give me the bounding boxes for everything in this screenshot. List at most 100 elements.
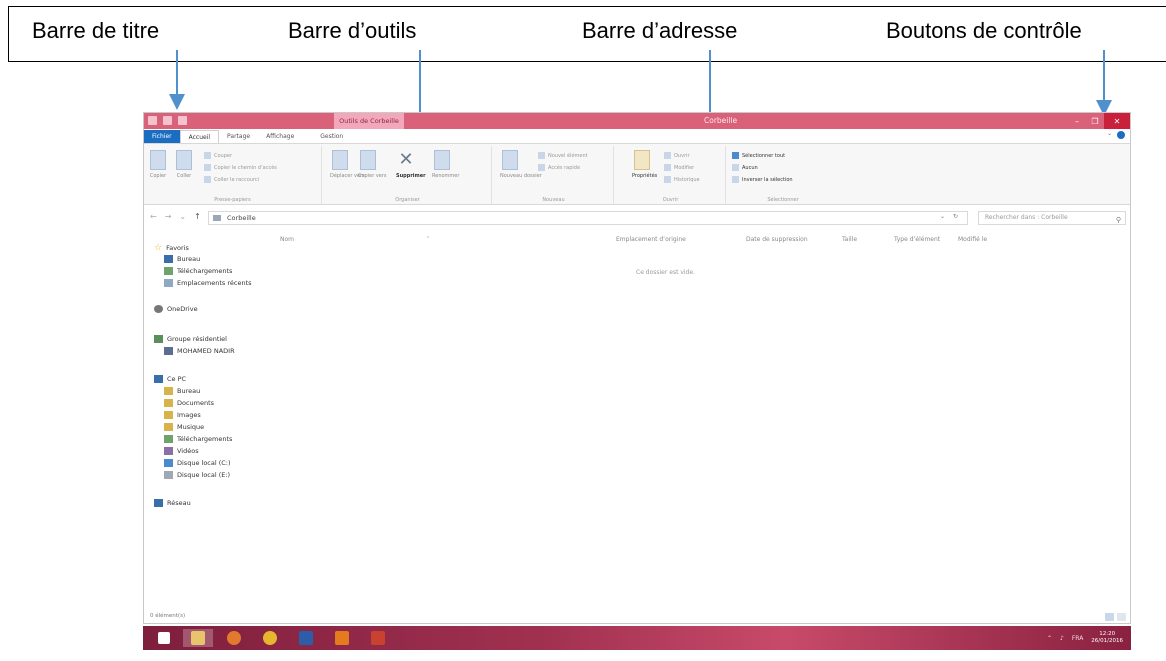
new-item-label: Nouvel élément: [548, 152, 588, 159]
show-hidden-icon[interactable]: ⌃: [1047, 635, 1052, 642]
column-date-deleted[interactable]: Date de suppression: [746, 236, 808, 243]
nav-user[interactable]: MOHAMED NADIR: [164, 347, 235, 355]
nav-videos[interactable]: Vidéos: [164, 447, 199, 455]
address-path[interactable]: Corbeille: [227, 214, 256, 222]
column-size[interactable]: Taille: [842, 236, 857, 243]
open-button[interactable]: Ouvrir: [664, 152, 690, 159]
nav-recent[interactable]: Emplacements récents: [164, 279, 252, 287]
nav-music[interactable]: Musique: [164, 423, 204, 431]
cut-button[interactable]: Couper: [204, 152, 232, 159]
folder-icon[interactable]: [148, 116, 157, 125]
up-arrow-icon[interactable]: ↑: [194, 212, 201, 221]
nav-drive-e[interactable]: Disque local (E:): [164, 471, 230, 479]
nav-pc-downloads[interactable]: Téléchargements: [164, 435, 232, 443]
user-icon: [164, 347, 173, 355]
title-bar[interactable]: Outils de Corbeille Corbeille – ❐ ✕: [144, 113, 1130, 129]
context-tab[interactable]: Outils de Corbeille: [334, 113, 404, 129]
quick-access-toolbar[interactable]: [148, 116, 187, 125]
invert-selection-button[interactable]: Inverser la sélection: [732, 176, 793, 183]
clock[interactable]: 12:20 26/01/2016: [1091, 631, 1123, 645]
documents-icon: [164, 399, 173, 407]
copy-path-button[interactable]: Copier le chemin d’accès: [204, 164, 277, 171]
properties-button[interactable]: Propriétés: [632, 150, 658, 179]
history-icon: [664, 176, 671, 183]
nav-label: Emplacements récents: [177, 279, 252, 287]
nav-homegroup[interactable]: Groupe résidentiel: [154, 335, 227, 343]
properties-label: Propriétés: [632, 173, 658, 179]
ribbon-tabs: Fichier Accueil Partage Affichage Gestio…: [144, 129, 1130, 143]
address-bar[interactable]: Corbeille: [208, 211, 968, 225]
paste-shortcut-button[interactable]: Coller le raccourci: [204, 176, 259, 183]
nav-onedrive[interactable]: OneDrive: [154, 305, 198, 313]
paste-button[interactable]: Coller: [174, 150, 194, 179]
label-toolbar: Barre d’outils: [288, 18, 417, 43]
rename-button[interactable]: Renommer: [432, 150, 459, 179]
dropdown-icon[interactable]: ⌄: [940, 213, 945, 220]
nav-pc-desktop[interactable]: Bureau: [164, 387, 200, 395]
new-folder-icon[interactable]: [178, 116, 187, 125]
nav-documents[interactable]: Documents: [164, 399, 214, 407]
tab-file[interactable]: Fichier: [144, 130, 180, 143]
minimize-button[interactable]: –: [1068, 113, 1086, 129]
nav-this-pc[interactable]: Ce PC: [154, 375, 186, 383]
new-folder-button[interactable]: Nouveau dossier: [500, 150, 542, 179]
volume-icon[interactable]: ♪: [1060, 635, 1064, 642]
taskbar-explorer[interactable]: [183, 629, 213, 647]
taskbar-app[interactable]: [327, 629, 357, 647]
large-icons-view-icon[interactable]: [1117, 613, 1126, 621]
window-title: Corbeille: [704, 116, 738, 125]
nav-desktop[interactable]: Bureau: [164, 255, 200, 263]
maximize-button[interactable]: ❐: [1086, 113, 1104, 129]
clock-time: 12:20: [1099, 631, 1116, 637]
copy-button[interactable]: Copier: [148, 150, 168, 179]
search-box[interactable]: Rechercher dans : Corbeille ⚲: [978, 211, 1126, 225]
select-all-button[interactable]: Sélectionner tout: [732, 152, 785, 159]
copy-to-button[interactable]: Copier vers: [358, 150, 387, 179]
chevron-down-icon[interactable]: ⌄: [1107, 130, 1112, 137]
start-button[interactable]: [149, 629, 179, 647]
close-button[interactable]: ✕: [1104, 113, 1130, 129]
window-controls: – ❐ ✕: [1068, 113, 1130, 129]
column-item-type[interactable]: Type d’élément: [894, 236, 940, 243]
forward-arrow-icon[interactable]: →: [165, 212, 172, 221]
shortcut-icon: [204, 176, 211, 183]
modify-button[interactable]: Modifier: [664, 164, 694, 171]
taskbar-powerpoint[interactable]: [363, 629, 393, 647]
easy-access-icon: [538, 164, 545, 171]
history-button[interactable]: Historique: [664, 176, 700, 183]
nav-downloads[interactable]: Téléchargements: [164, 267, 232, 275]
help-icon[interactable]: [1117, 131, 1125, 139]
taskbar-word[interactable]: [291, 629, 321, 647]
copy-to-label: Copier vers: [358, 173, 387, 179]
recent-chevron-icon[interactable]: ⌄: [179, 212, 186, 221]
nav-images[interactable]: Images: [164, 411, 201, 419]
nav-network[interactable]: Réseau: [154, 499, 191, 507]
easy-access-button[interactable]: Accès rapide: [538, 164, 580, 171]
firefox-icon: [227, 631, 241, 645]
refresh-icon[interactable]: ↻: [953, 213, 958, 220]
empty-folder-message: Ce dossier est vide.: [636, 269, 695, 276]
select-none-button[interactable]: Aucun: [732, 164, 758, 171]
taskbar-chrome[interactable]: [255, 629, 285, 647]
taskbar-firefox[interactable]: [219, 629, 249, 647]
move-to-button[interactable]: Déplacer vers: [330, 150, 365, 179]
tab-manage[interactable]: Gestion: [312, 130, 351, 143]
nav-drive-c[interactable]: Disque local (C:): [164, 459, 231, 467]
column-original-location[interactable]: Emplacement d’origine: [616, 236, 686, 243]
modify-icon: [664, 164, 671, 171]
group-select: Sélectionner tout Aucun Inverser la séle…: [728, 146, 838, 204]
tab-share[interactable]: Partage: [219, 130, 258, 143]
details-view-icon[interactable]: [1105, 613, 1114, 621]
properties-icon[interactable]: [163, 116, 172, 125]
column-date-modified[interactable]: Modifié le: [958, 236, 987, 243]
address-buttons: ⌄ ↻: [940, 213, 958, 220]
delete-button[interactable]: ✕ Supprimer: [396, 150, 426, 180]
search-icon[interactable]: ⚲: [1116, 214, 1121, 226]
nav-favorites[interactable]: ☆ Favoris: [154, 243, 189, 253]
tab-home[interactable]: Accueil: [179, 130, 220, 143]
language-indicator[interactable]: FRA: [1072, 635, 1083, 642]
tab-view[interactable]: Affichage: [258, 130, 302, 143]
new-item-button[interactable]: Nouvel élément: [538, 152, 588, 159]
back-arrow-icon[interactable]: ←: [150, 212, 157, 221]
column-name[interactable]: Nom: [280, 236, 294, 243]
